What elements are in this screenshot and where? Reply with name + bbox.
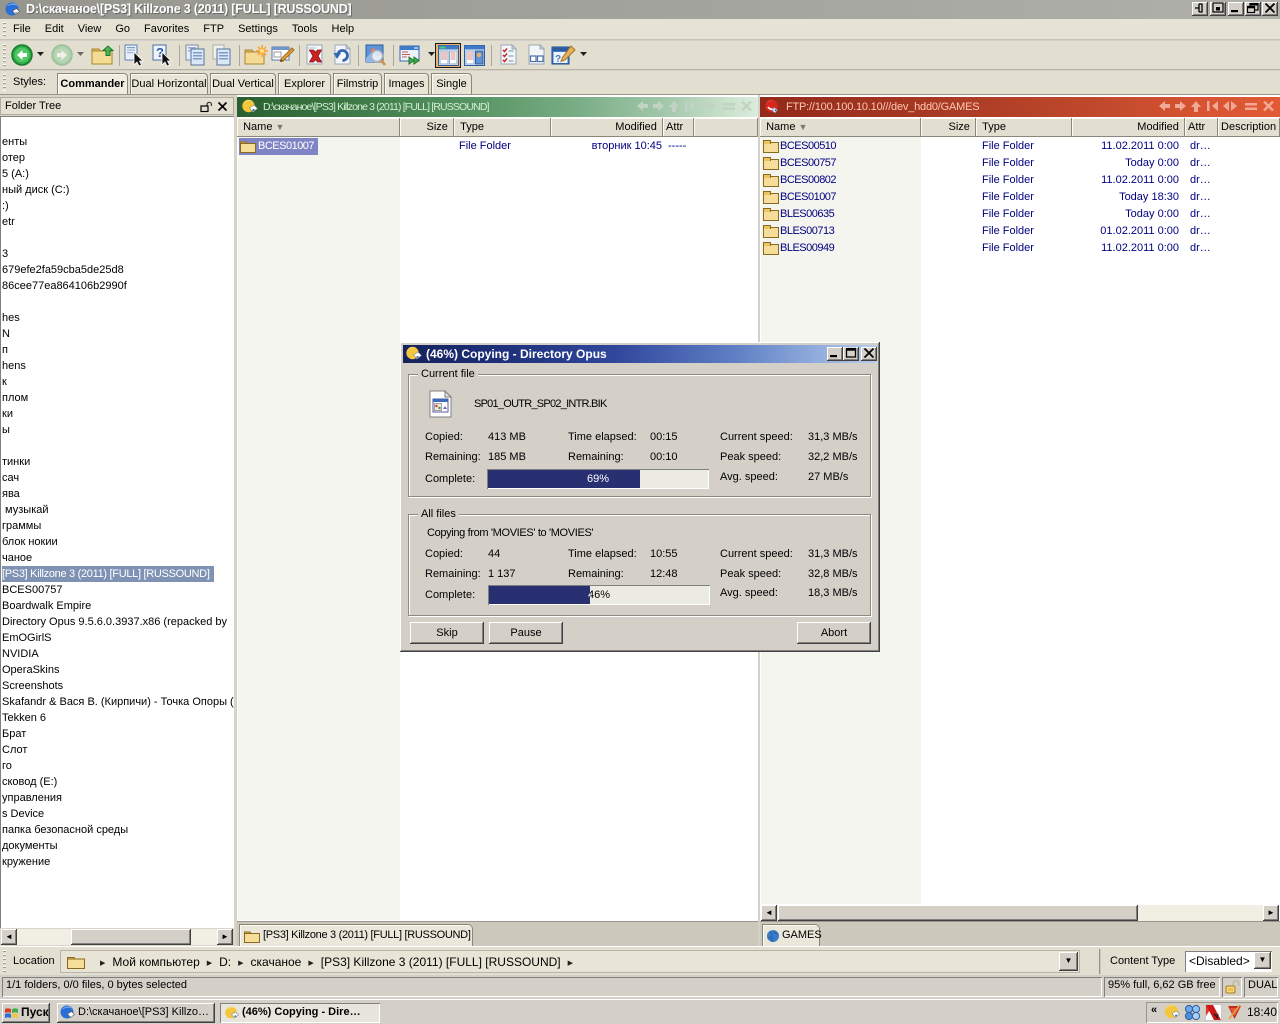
svg-text:?: ? bbox=[555, 54, 561, 65]
